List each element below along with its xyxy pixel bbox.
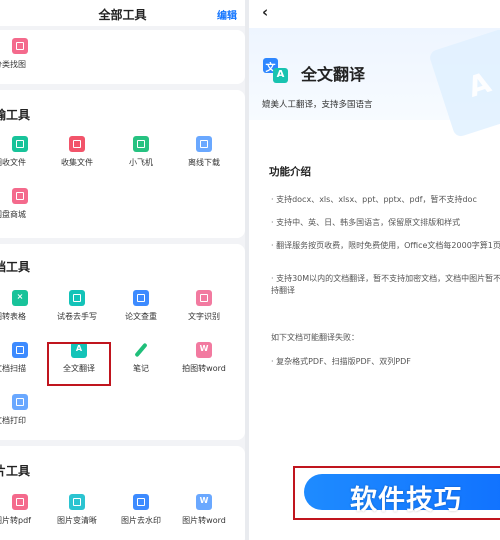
tool-doc-print[interactable]: 文档打印 bbox=[0, 394, 62, 434]
scan-icon bbox=[12, 342, 28, 358]
enhance-icon bbox=[69, 494, 85, 510]
watermark-remove-icon bbox=[133, 494, 149, 510]
section-document-tools: 档工具 × 图转表格 试卷去手写 论文查重 文字识别 文档扫描 A 全文翻译 笔… bbox=[0, 244, 245, 440]
section-category: 分类找图 bbox=[0, 30, 245, 84]
edit-button[interactable]: 编辑 bbox=[217, 7, 237, 22]
search-doc-icon bbox=[133, 290, 149, 306]
table-icon: × bbox=[12, 290, 28, 306]
print-icon bbox=[12, 394, 28, 410]
back-arrow-icon[interactable]: ‹ bbox=[262, 3, 268, 21]
tool-offline-download[interactable]: 离线下载 bbox=[173, 136, 235, 176]
folder-icon bbox=[69, 136, 85, 152]
section-transfer-tools: 输工具 圈收文件 收集文件 小飞机 离线下载 网盘商城 bbox=[0, 90, 245, 238]
tool-image-enhance[interactable]: 图片变清晰 bbox=[46, 494, 108, 534]
section-header: 输工具 bbox=[0, 108, 31, 122]
intro-item: · 支持docx、xls、xlsx、ppt、pptx、pdf，暂不支持doc bbox=[271, 195, 477, 204]
store-icon bbox=[12, 188, 28, 204]
translate-decoration: A bbox=[428, 27, 500, 139]
tool-store[interactable]: 网盘商城 bbox=[0, 188, 62, 228]
highlight-box bbox=[47, 342, 111, 386]
feature-title: 全文翻译 bbox=[301, 65, 366, 84]
pdf-icon bbox=[12, 494, 28, 510]
plane-icon bbox=[133, 136, 149, 152]
tool-plagiarism-check[interactable]: 论文查重 bbox=[110, 290, 172, 330]
translate-detail-panel: A ‹ 文 A 全文翻译 媲美人工翻译，支持多国语言 功能介绍 · 支持docx… bbox=[249, 0, 500, 540]
tool-remove-handwriting[interactable]: 试卷去手写 bbox=[46, 290, 108, 330]
inbox-icon bbox=[12, 136, 28, 152]
intro-item: · 支持30M以内的文档翻译，暂不支持加密文档，文档中图片暂不支持翻译 bbox=[271, 274, 500, 295]
page-title: 全部工具 bbox=[98, 8, 147, 22]
image-word-icon: W bbox=[196, 494, 212, 510]
image-icon bbox=[12, 38, 28, 54]
tool-category-search[interactable]: 分类找图 bbox=[0, 38, 62, 78]
intro-header: 功能介绍 bbox=[269, 166, 311, 178]
intro-item: · 支持中、英、日、韩多国语言，保留原文排版和样式 bbox=[271, 218, 461, 227]
tool-gather-files[interactable]: 收集文件 bbox=[46, 136, 108, 176]
pen-icon bbox=[133, 342, 149, 358]
section-header: 片工具 bbox=[0, 464, 31, 478]
tool-small-plane[interactable]: 小飞机 bbox=[110, 136, 172, 176]
feature-subtitle: 媲美人工翻译，支持多国语言 bbox=[262, 100, 373, 110]
failure-note: 如下文档可能翻译失败： bbox=[271, 333, 359, 342]
tools-panel: 全部工具 编辑 分类找图 输工具 圈收文件 收集文件 小飞机 离线下载 网盘商 bbox=[0, 0, 245, 540]
tool-photo-to-word[interactable]: W 拍图转word bbox=[173, 342, 235, 382]
failure-item: · 复杂格式PDF、扫描版PDF、双列PDF bbox=[271, 357, 411, 366]
watermark-text: 软件技巧 bbox=[350, 485, 462, 516]
tool-remove-watermark[interactable]: 图片去水印 bbox=[110, 494, 172, 534]
section-header: 档工具 bbox=[0, 260, 31, 274]
translate-icon: 文 A bbox=[263, 58, 289, 84]
tool-ocr[interactable]: 文字识别 bbox=[173, 290, 235, 330]
tools-header: 全部工具 编辑 bbox=[0, 0, 245, 26]
ocr-icon bbox=[196, 290, 212, 306]
tool-notes[interactable]: 笔记 bbox=[110, 342, 172, 382]
tool-image-to-word[interactable]: W 图片转word bbox=[173, 494, 235, 534]
download-icon bbox=[196, 136, 212, 152]
intro-item: · 翻译服务按页收费，限时免费使用，Office文档每2000字算1页 bbox=[271, 241, 500, 250]
section-image-tools: 片工具 图片转pdf 图片变清晰 图片去水印 W 图片转word bbox=[0, 446, 245, 540]
paper-icon bbox=[69, 290, 85, 306]
word-icon: W bbox=[196, 342, 212, 358]
